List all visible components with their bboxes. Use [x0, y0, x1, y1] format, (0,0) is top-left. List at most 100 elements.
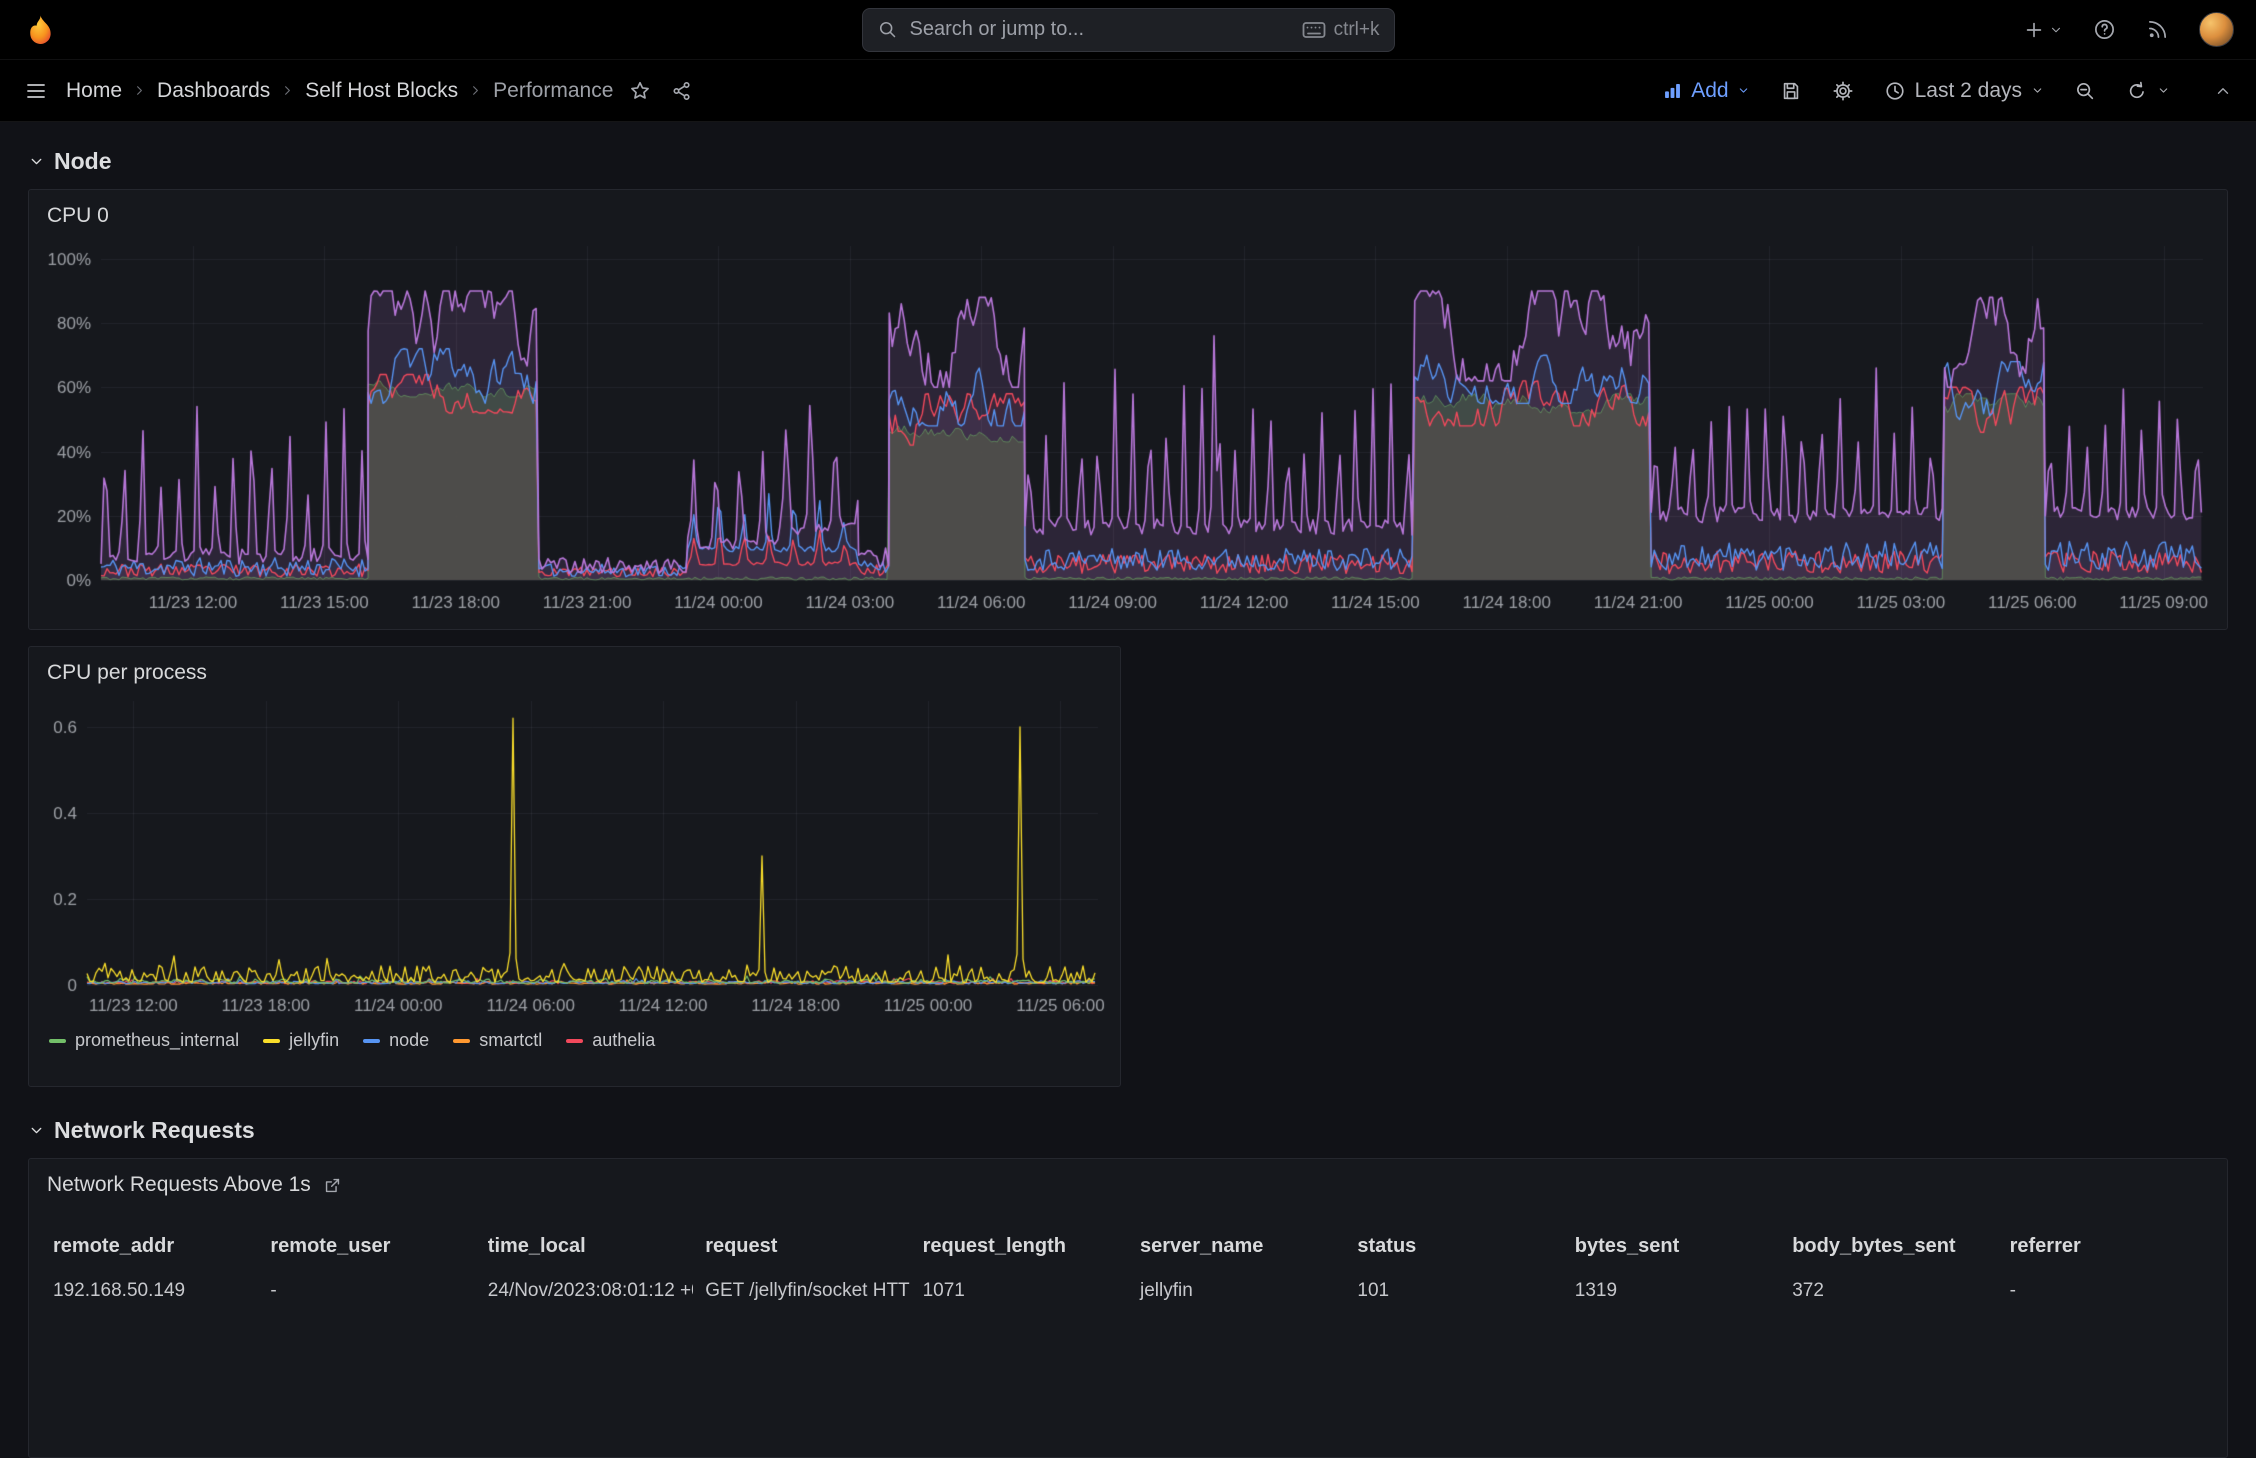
- gear-icon: [1833, 80, 1853, 101]
- row-network-requests[interactable]: Network Requests: [28, 1117, 2228, 1144]
- share-icon[interactable]: [671, 80, 693, 102]
- save-icon: [1783, 82, 1798, 99]
- chevron-down-icon: [2051, 27, 2061, 32]
- refresh-icon: [2129, 81, 2144, 98]
- zoom-out-icon: [2077, 82, 2094, 99]
- help-icon: [2095, 20, 2114, 39]
- column-header[interactable]: bytes_sent: [1563, 1223, 1780, 1270]
- column-header[interactable]: body_bytes_sent: [1780, 1223, 1997, 1270]
- column-header[interactable]: time_local: [476, 1223, 693, 1270]
- panel-title[interactable]: Network Requests Above 1s: [29, 1159, 2227, 1199]
- table-cell: GET /jellyfin/socket HTTP/1.1: [705, 1280, 910, 1301]
- panel-cpu-per-process: CPU per process prometheus_internal jelly…: [28, 646, 1121, 1087]
- table-cell: 101: [1357, 1280, 1390, 1301]
- avatar[interactable]: [2199, 12, 2234, 47]
- legend-item[interactable]: jellyfin: [263, 1030, 339, 1051]
- time-range-picker[interactable]: Last 2 days: [1884, 79, 2044, 103]
- news-button[interactable]: [2146, 18, 2169, 41]
- panel-title-text: CPU 0: [47, 204, 109, 227]
- requests-table: remote_addr remote_user time_local request r…: [29, 1223, 2227, 1312]
- dashboard-settings-button[interactable]: [1832, 80, 1854, 102]
- table-cell: 372: [1792, 1280, 1824, 1301]
- panel-title-text: Network Requests Above 1s: [47, 1173, 311, 1196]
- rss-icon: [2148, 20, 2167, 39]
- legend-item[interactable]: prometheus_internal: [49, 1030, 239, 1051]
- legend-color-chip: [49, 1038, 66, 1043]
- column-header[interactable]: remote_user: [258, 1223, 475, 1270]
- dashboard-canvas: Node CPU 0 CPU per process prometheus_in…: [0, 148, 2256, 1458]
- table-cell: 1071: [922, 1280, 965, 1301]
- mega-menu-button[interactable]: [24, 79, 48, 103]
- search-input[interactable]: Search or jump to... ctrl+k: [861, 7, 1395, 52]
- table-cell: jellyfin: [1139, 1280, 1193, 1301]
- chevron-down-icon: [31, 1127, 42, 1134]
- breadcrumb: Home Dashboards Self Host Blocks Perform…: [66, 79, 613, 103]
- table-cell: 192.168.50.149: [53, 1280, 186, 1301]
- column-header[interactable]: referrer: [1998, 1223, 2215, 1270]
- chevron-down-icon: [1739, 88, 1747, 93]
- legend-color-chip: [566, 1038, 584, 1043]
- new-menu-button[interactable]: [2023, 19, 2063, 41]
- table-cell: 1319: [1574, 1280, 1618, 1301]
- panel-title[interactable]: CPU per process: [29, 647, 1120, 687]
- legend-label: smartctl: [479, 1030, 543, 1050]
- search-shortcut-label: ctrl+k: [1333, 18, 1380, 40]
- section-title: Network Requests: [54, 1117, 255, 1143]
- table-cell: -: [270, 1280, 277, 1301]
- legend-label: jellyfin: [289, 1030, 340, 1050]
- cpu0-chart[interactable]: [35, 232, 2217, 616]
- legend-color-chip: [363, 1038, 381, 1043]
- row-node[interactable]: Node: [28, 148, 2228, 175]
- column-header[interactable]: status: [1345, 1223, 1562, 1270]
- table-cell: 24/Nov/2023:08:01:12 +0000: [487, 1280, 693, 1301]
- external-link-icon[interactable]: [323, 1176, 342, 1195]
- time-range-label: Last 2 days: [1914, 78, 2022, 102]
- chevron-down-icon: [31, 158, 42, 165]
- legend-label: authelia: [592, 1030, 656, 1050]
- chevron-down-icon: [2159, 88, 2168, 93]
- chevron-up-icon: [2217, 87, 2229, 94]
- help-button[interactable]: [2093, 18, 2116, 41]
- breadcrumb-dashboards[interactable]: Dashboards: [157, 79, 270, 103]
- top-bar: Search or jump to... ctrl+k: [0, 0, 2256, 60]
- search-icon: [879, 21, 895, 38]
- column-header[interactable]: server_name: [1128, 1223, 1345, 1270]
- refresh-button[interactable]: [2126, 80, 2170, 102]
- column-header[interactable]: remote_addr: [41, 1223, 258, 1270]
- chevron-right-icon: [473, 86, 479, 95]
- search-placeholder: Search or jump to...: [909, 18, 1085, 40]
- chevron-right-icon: [137, 86, 142, 95]
- legend-label: node: [389, 1030, 430, 1050]
- zoom-out-button[interactable]: [2074, 80, 2096, 102]
- column-header[interactable]: request_length: [911, 1223, 1128, 1270]
- panel-title-text: CPU per process: [47, 661, 207, 684]
- breadcrumb-folder[interactable]: Self Host Blocks: [305, 79, 458, 103]
- dashboard-toolbar: Home Dashboards Self Host Blocks Perform…: [0, 60, 2256, 122]
- add-panel-button[interactable]: Add: [1662, 79, 1749, 103]
- table-header-row: remote_addr remote_user time_local request r…: [41, 1223, 2215, 1270]
- table-row[interactable]: 192.168.50.149 - 24/Nov/2023:08:01:12 +000…: [41, 1270, 2215, 1312]
- legend-item[interactable]: authelia: [566, 1030, 655, 1051]
- panel-cpu0: CPU 0: [28, 189, 2228, 630]
- clock-icon: [1885, 81, 1904, 100]
- panel-network-requests: Network Requests Above 1s remote_addr rem…: [28, 1158, 2228, 1458]
- legend-color-chip: [453, 1038, 471, 1043]
- graph-bar-icon: [1665, 83, 1681, 98]
- legend-color-chip: [263, 1038, 281, 1043]
- legend-item[interactable]: smartctl: [453, 1030, 542, 1051]
- breadcrumb-home[interactable]: Home: [66, 79, 122, 103]
- legend-item[interactable]: node: [363, 1030, 429, 1051]
- section-title: Node: [54, 148, 112, 174]
- panel-title[interactable]: CPU 0: [29, 190, 2227, 230]
- chevron-down-icon: [2033, 88, 2042, 93]
- chart-legend: prometheus_internal jellyfin node smartctl a…: [29, 1024, 1120, 1061]
- collapse-bar-button[interactable]: [2214, 82, 2232, 100]
- column-header[interactable]: request: [693, 1223, 910, 1270]
- plus-icon: [2026, 22, 2042, 37]
- keyboard-icon: [1302, 21, 1325, 38]
- star-icon[interactable]: [629, 80, 651, 102]
- cpu-per-process-chart[interactable]: [35, 689, 1112, 1019]
- menu-icon: [27, 83, 45, 98]
- save-dashboard-button[interactable]: [1780, 80, 1802, 102]
- grafana-logo[interactable]: [22, 12, 58, 48]
